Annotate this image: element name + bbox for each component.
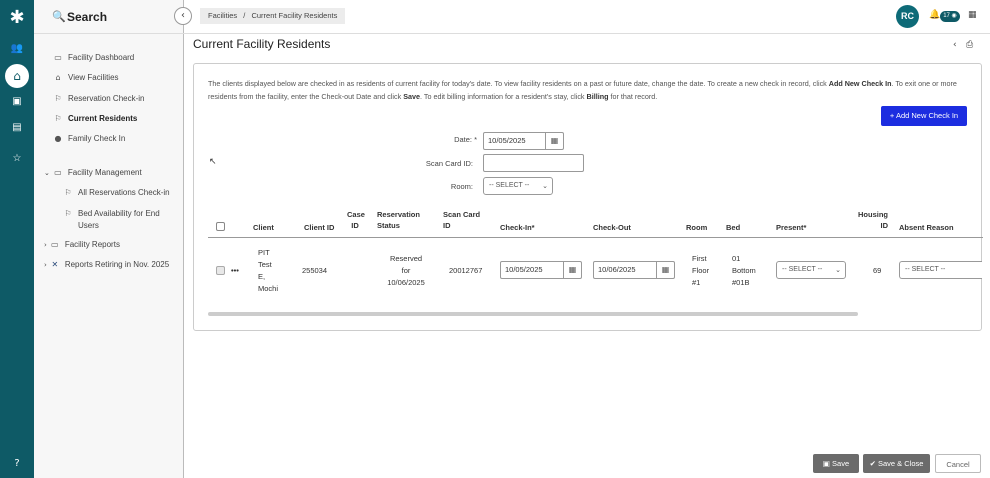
cell-client[interactable]: PIT Test E, Mochi	[258, 247, 278, 295]
bell-icon[interactable]: 🔔	[929, 10, 940, 20]
check-out-date-input[interactable]: 10/06/2025 ▦	[593, 261, 675, 279]
date-label: Date: *	[454, 135, 477, 144]
cell-reservation-status: Reserved for 10/06/2025	[387, 254, 425, 287]
cell-scan-card-id: 20012767	[449, 266, 483, 275]
present-select[interactable]: -- SELECT -- ⌄	[776, 261, 846, 279]
sidebar: 🔍 Search ▭ Facility Dashboard ⌂ View Facil…	[34, 0, 184, 478]
sidebar-group-facility-reports[interactable]: › ▭ Facility Reports	[44, 240, 120, 254]
sidebar-item-view-facilities[interactable]: ⌂ View Facilities	[52, 73, 118, 87]
add-new-check-in-button[interactable]: + Add New Check In	[881, 106, 967, 126]
search-label: Search	[67, 10, 108, 24]
home-icon[interactable]: ⌂	[5, 64, 29, 88]
mouse-cursor-icon: ↖	[209, 157, 217, 167]
app-logo[interactable]: ✱	[9, 7, 25, 29]
col-present: Present*	[776, 223, 807, 232]
calendar-icon[interactable]: ▦	[968, 10, 977, 20]
chevron-down-icon: ⌄	[835, 266, 841, 274]
x-icon: ✕	[51, 260, 59, 269]
sidebar-item-all-reservations-check-in[interactable]: ⚐ All Reservations Check-in	[62, 188, 169, 202]
cell-client-id: 255034	[302, 266, 328, 275]
chevron-right-icon: ›	[44, 261, 47, 269]
col-bed: Bed	[726, 223, 741, 232]
chevron-left-icon[interactable]: ‹	[953, 40, 957, 50]
col-scan-card-id: Scan Card ID	[443, 210, 481, 230]
chevron-right-icon: ›	[44, 241, 47, 249]
chevron-down-icon: ⌄	[542, 182, 548, 190]
col-check-out: Check-Out	[593, 223, 631, 232]
sidebar-item-current-residents[interactable]: ⚐ Current Residents	[52, 114, 137, 128]
cell-room: First Floor #1	[692, 254, 710, 287]
flag-icon: ⚐	[54, 94, 62, 103]
building-icon: ⌂	[55, 73, 61, 82]
check-circle-icon: ✔	[869, 459, 876, 468]
floppy-icon: ▣	[822, 459, 830, 468]
col-client: Client	[253, 223, 274, 232]
star-icon[interactable]: ☆	[8, 152, 26, 166]
calendar-icon[interactable]: ▦	[545, 133, 563, 149]
select-all-checkbox[interactable]	[216, 222, 225, 231]
room-select[interactable]: -- SELECT -- ⌄	[483, 177, 553, 195]
document-icon[interactable]: ▤	[8, 121, 26, 135]
cell-housing-id: 69	[873, 266, 882, 275]
col-housing-id: Housing ID	[858, 210, 888, 230]
cancel-button[interactable]: Cancel	[935, 454, 981, 473]
calendar-icon[interactable]: ▦	[656, 262, 674, 278]
col-check-in: Check-In*	[500, 223, 535, 232]
folder-icon: ▭	[54, 168, 62, 177]
sidebar-item-facility-dashboard[interactable]: ▭ Facility Dashboard	[52, 53, 134, 67]
sidebar-search[interactable]: 🔍 Search	[34, 0, 184, 34]
scan-card-label: Scan Card ID:	[425, 159, 473, 168]
help-icon[interactable]: ?	[8, 457, 26, 471]
residents-panel: The clients displayed below are checked …	[193, 63, 983, 331]
collapse-sidebar-button[interactable]: ‹	[174, 7, 192, 25]
id-card-icon[interactable]: ▣	[8, 95, 26, 109]
map-icon: ▭	[54, 53, 62, 62]
page-title: Current Facility Residents	[193, 37, 331, 51]
col-case-id: Case ID	[347, 210, 365, 230]
cell-bed: 01 Bottom #01B	[732, 254, 756, 287]
app-rail: ✱ 👥 ⌂ ▣ ▤ ☆ ?	[0, 0, 34, 478]
col-absent-reason: Absent Reason	[899, 223, 954, 232]
top-bar: Facilities / Current Facility Residents …	[184, 0, 990, 34]
absent-reason-select[interactable]: -- SELECT --	[899, 261, 982, 279]
sidebar-group-reports-retiring[interactable]: › ✕ Reports Retiring in Nov. 2025	[44, 260, 169, 274]
notification-badge[interactable]: 17 ◉	[940, 11, 960, 22]
sidebar-group-facility-management[interactable]: ⌄ ▭ Facility Management	[44, 168, 142, 182]
person-icon: ●	[54, 134, 62, 143]
folder-icon: ▭	[51, 240, 59, 249]
print-icon[interactable]: ⎙	[966, 40, 973, 50]
col-room: Room	[686, 223, 708, 232]
instructions-text: The clients displayed below are checked …	[208, 79, 957, 101]
calendar-icon[interactable]: ▦	[563, 262, 581, 278]
flag-icon: ⚐	[64, 209, 72, 218]
chevron-down-icon: ⌄	[44, 169, 50, 177]
sidebar-item-family-check-in[interactable]: ● Family Check In	[52, 134, 126, 148]
sidebar-item-reservation-check-in[interactable]: ⚐ Reservation Check-in	[52, 94, 144, 108]
avatar[interactable]: RC	[896, 5, 919, 28]
flag-icon: ⚐	[54, 114, 62, 123]
scan-card-input[interactable]	[483, 154, 584, 172]
breadcrumb: Facilities / Current Facility Residents	[200, 8, 346, 24]
check-in-date-input[interactable]: 10/05/2025 ▦	[500, 261, 582, 279]
save-button[interactable]: ▣ Save	[813, 454, 859, 473]
col-client-id: Client ID	[304, 223, 335, 232]
breadcrumb-facilities[interactable]: Facilities	[208, 11, 237, 20]
header-divider	[208, 237, 983, 238]
flag-icon: ⚐	[64, 188, 72, 197]
row-checkbox[interactable]	[216, 266, 225, 275]
row-more-menu[interactable]: •••	[231, 265, 239, 277]
sidebar-item-bed-availability[interactable]: ⚐ Bed Availability for End Users	[62, 208, 159, 234]
date-input[interactable]: 10/05/2025 ▦	[483, 132, 564, 150]
room-label: Room:	[450, 182, 473, 191]
col-reservation-status: Reservation Status	[377, 210, 420, 230]
search-icon: 🔍	[52, 10, 66, 23]
people-icon[interactable]: 👥	[8, 42, 26, 56]
save-close-button[interactable]: ✔ Save & Close	[863, 454, 930, 473]
breadcrumb-current[interactable]: Current Facility Residents	[251, 11, 337, 20]
horizontal-scrollbar[interactable]	[208, 312, 858, 316]
